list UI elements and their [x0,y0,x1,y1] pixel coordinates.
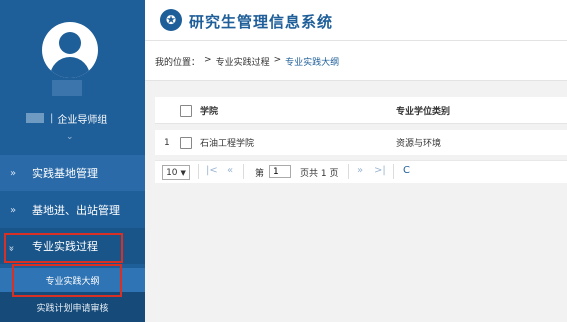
page-size-select[interactable]: 10 ▼ [162,165,190,180]
breadcrumb: 我的位置： > 专业实践过程 > 专业实践大纲 [155,55,339,68]
breadcrumb-separator: > [204,55,212,65]
last-page-icon[interactable]: >| [374,165,386,176]
breadcrumb-item[interactable]: 专业实践过程 [216,55,270,68]
user-id-redacted [26,113,44,123]
pagination-bar: 10 ▼ |< « 第 页共 1 页 » >| C [155,160,567,183]
pager-divider [198,164,199,179]
page-title: 研究生管理信息系统 [189,13,334,31]
column-header-category[interactable]: 专业学位类别 [396,97,450,123]
sidebar-subitem-label: 实践计划申请审核 [36,303,109,314]
user-name-redacted [52,80,82,96]
refresh-icon[interactable]: C [403,165,410,176]
avatar[interactable] [42,22,98,78]
avatar-body-shape [50,57,90,78]
cell-college: 石油工程学院 [200,139,255,149]
pager-divider [243,164,244,179]
double-chevron-right-icon: » [10,204,17,216]
highlight-box-menu [4,233,123,263]
sidebar-item-label: 基地进、出站管理 [32,204,120,217]
cell-category: 资源与环境 [396,139,442,149]
next-page-icon[interactable]: » [357,165,363,176]
page-label: 第 [255,169,265,179]
sidebar: | 企业导师组 ⌄ » 实践基地管理 » 基地进、出站管理 » 专业实践过程 专… [0,0,145,322]
breadcrumb-prefix: 我的位置： [155,58,201,68]
page-total: 页共 1 页 [300,169,339,179]
pager-divider [348,164,349,179]
header-divider [145,40,567,41]
chevron-down-icon[interactable]: ⌄ [66,132,74,142]
sidebar-item-base-entry-exit[interactable]: » 基地进、出站管理 [0,192,145,228]
row-index: 1 [164,137,170,148]
prev-page-icon[interactable]: « [227,165,233,176]
university-seal-icon: ✪ [160,9,182,31]
avatar-head-shape [59,32,81,54]
user-role: 企业导师组 [57,114,108,126]
highlight-box-submenu [12,264,122,297]
breadcrumb-item-current[interactable]: 专业实践大纲 [285,55,339,68]
double-chevron-right-icon: » [10,167,17,179]
sidebar-item-practice-base[interactable]: » 实践基地管理 [0,155,145,191]
page-number-input[interactable] [269,165,291,178]
user-role-row: | 企业导师组 [26,111,108,126]
column-header-college[interactable]: 学院 [200,97,218,123]
pager-divider [393,164,394,179]
sidebar-item-label: 实践基地管理 [32,167,98,180]
table-header: 学院 专业学位类别 [155,97,567,124]
row-checkbox[interactable] [180,137,192,149]
caret-down-icon: ▼ [180,168,186,177]
breadcrumb-separator: > [273,55,282,65]
user-role-separator: | [50,112,54,124]
table-row[interactable]: 1 石油工程学院 资源与环境 [155,130,567,155]
select-all-checkbox[interactable] [180,105,192,117]
first-page-icon[interactable]: |< [206,165,218,176]
page-size-value: 10 [166,167,178,178]
